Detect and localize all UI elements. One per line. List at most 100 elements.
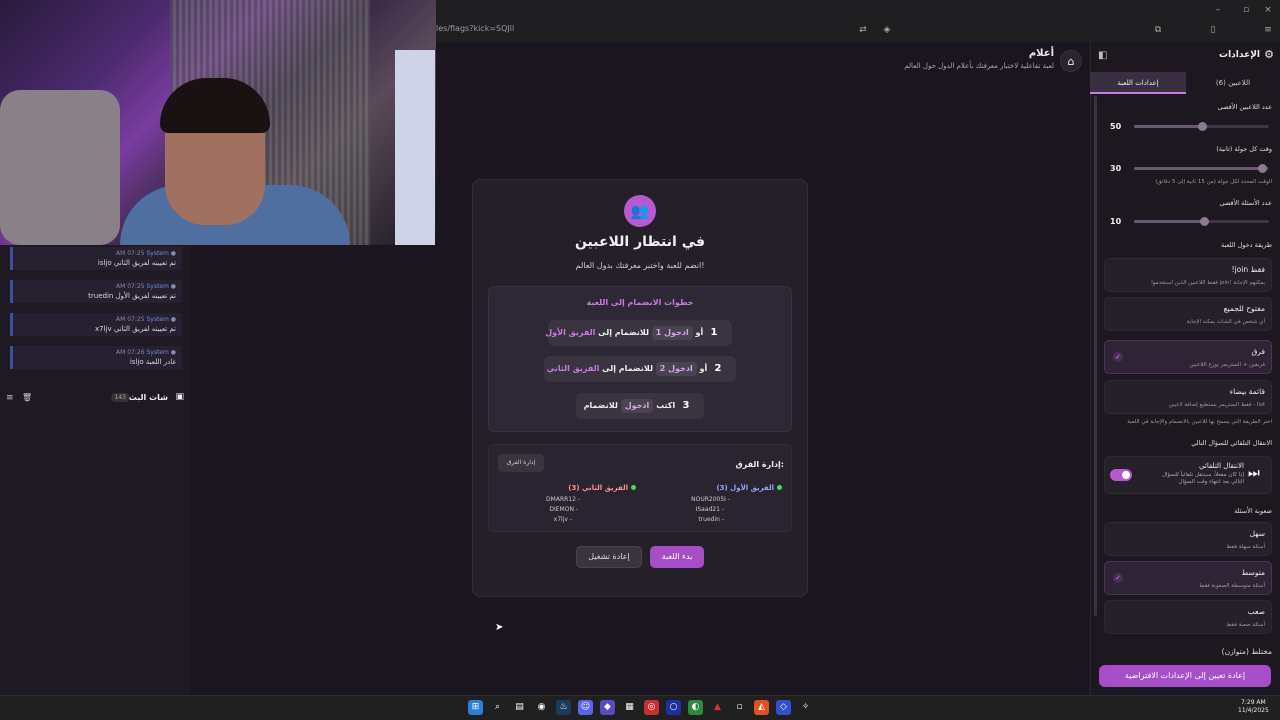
round-time-hint: الوقت المحدد لكل جولة (من 15 ثانية إلى 5… [1155, 179, 1272, 185]
menu-icon[interactable]: ≡ [1262, 24, 1274, 36]
gear-icon: ⚙ [1264, 48, 1274, 61]
tab-game-settings[interactable]: إعدادات اللعبة [1090, 72, 1186, 94]
join-method-option[interactable]: مفتوح للجميع أي شخص في الشات يمكنه الإجاب… [1104, 297, 1272, 331]
team1-member: NOUR2005I - [691, 496, 730, 503]
system-message: AM 07:25 System ● truedin تم تعيينه لفريق… [10, 280, 182, 303]
restart-button[interactable]: إعادة تشغيل [576, 546, 642, 568]
users-icon: 👥 [624, 195, 656, 227]
max-players-slider[interactable] [1134, 122, 1269, 131]
team2-header: الفريق الثاني (3) [568, 484, 636, 492]
round-time-value: 30 [1110, 164, 1122, 173]
join-method-option[interactable]: !join فقط فقط اللاعبين الذين استخدموا joi… [1104, 258, 1272, 292]
team1-member: truedin - [698, 516, 724, 523]
system-icon: ● [170, 250, 176, 257]
max-questions-slider[interactable] [1134, 217, 1269, 226]
acrobat-icon[interactable]: ▲ [710, 700, 725, 715]
max-questions-value: 10 [1110, 217, 1122, 226]
file-explorer-icon[interactable]: ▤ [512, 700, 527, 715]
chat-count-badge: 143 [110, 393, 130, 402]
system-icon: ● [170, 283, 176, 290]
minimize-icon[interactable]: – [1212, 4, 1224, 16]
auto-next-title: الانتقال التلقائي [1199, 462, 1244, 470]
max-questions-label: عدد الأسئلة الأقصى [1219, 199, 1272, 207]
home-icon: ⌂ [1067, 55, 1075, 68]
grid-icon[interactable]: ▦ [622, 700, 637, 715]
round-time-slider[interactable] [1134, 164, 1269, 173]
taskbar-clock[interactable]: 7:29 AM 11/4/2025 [1238, 699, 1269, 715]
auto-next-label: الانتقال التلقائي للسؤال التالي [1191, 439, 1272, 447]
team1-member: ISaad21 - [695, 506, 724, 513]
system-message: AM 07:25 System ● x7ljv تم تعيينه لفريق ا… [10, 313, 182, 336]
page-title: أعلام [1028, 48, 1054, 59]
start-game-button[interactable]: بدء اللعبة [650, 546, 704, 568]
app-icon[interactable]: ✧ [798, 700, 813, 715]
difficulty-label: صعوبة الأسئلة [1234, 507, 1272, 515]
system-icon: ● [170, 349, 176, 356]
manage-teams-button[interactable]: إدارة الفرق [498, 454, 544, 472]
waiting-subheading: انضم للعبة واختبر معرفتك بدول العالم! [575, 261, 705, 270]
join-method-option[interactable]: ✓ فرق فريقين + الستريمر يوزع اللاعبين [1104, 340, 1272, 374]
search-icon[interactable]: ⌕ [490, 700, 505, 715]
start-icon[interactable]: ⊞ [468, 700, 483, 715]
chat-header: ≡ 🗑 143 شات البث ▣ [0, 390, 190, 408]
difficulty-option[interactable]: سهل أسئلة سهلة فقط [1104, 522, 1272, 556]
page-subtitle: لعبة تفاعلية لاختبار معرفتك بأعلام الدول… [904, 62, 1054, 70]
waiting-heading: في انتظار اللاعبين [574, 234, 706, 250]
chat-icon: ▣ [175, 392, 184, 402]
brave-icon[interactable]: ◭ [754, 700, 769, 715]
join-step-3: 3 اكتب ادخول للانضمام [576, 393, 704, 419]
toggle-knob [1122, 471, 1130, 479]
sidebar-icon[interactable]: ▯ [1207, 24, 1219, 36]
close-icon[interactable]: × [1262, 4, 1274, 16]
panel-scrollbar[interactable] [1094, 96, 1097, 616]
check-icon: ✓ [1113, 573, 1123, 583]
tab-players[interactable]: اللاعبين (6) [1186, 72, 1280, 94]
difficulty-option[interactable]: صعب أسئلة صعبة فقط [1104, 600, 1272, 634]
chrome-icon[interactable]: ◐ [688, 700, 703, 715]
app-icon[interactable]: ◆ [600, 700, 615, 715]
join-method-hint: اختر الطريقة التي يسمح بها للاعبين بالان… [1127, 419, 1272, 425]
join-method-label: طريقة دخول اللعبة [1221, 241, 1272, 249]
system-message: AM 07:25 System ● isljo تم تعيينه لفريق ا… [10, 247, 182, 270]
discord-icon[interactable]: ☺ [578, 700, 593, 715]
shield-icon[interactable]: ◈ [881, 24, 893, 36]
chat-title: شات البث [128, 393, 168, 402]
team-management-title: إدارة الفرق: [735, 460, 784, 469]
app-icon[interactable]: ◇ [776, 700, 791, 715]
system-message: AM 07:26 System ● isljo غادر اللعبة [10, 346, 182, 369]
join-method-option[interactable]: قائمة بيضاء فقط الستريمر يستطيع إضافة لاع… [1104, 380, 1272, 414]
settings-title: الإعدادات [1219, 50, 1260, 60]
join-step-1: 1 أو ادخول 1 للانضمام إلى الفريق الأول [545, 320, 732, 346]
fast-forward-icon: ⏭ [1248, 466, 1260, 481]
team1-header: الفريق الأول (3) [716, 484, 782, 492]
translate-icon[interactable]: ⇄ [857, 24, 869, 36]
mouse-cursor-icon: ➤ [495, 622, 504, 633]
collapse-panel-icon[interactable]: ◧ [1098, 50, 1107, 61]
steam-icon[interactable]: ♨ [556, 700, 571, 715]
app-icon[interactable]: ▫ [732, 700, 747, 715]
home-button[interactable]: ⌂ [1060, 50, 1082, 72]
max-players-label: عدد اللاعبين الأقصى [1217, 103, 1272, 111]
check-icon: ✓ [1113, 352, 1123, 362]
round-time-label: وقت كل جولة (ثانية) [1216, 145, 1272, 153]
extensions-icon[interactable]: ⧉ [1152, 24, 1164, 36]
trash-icon[interactable]: 🗑 [22, 393, 32, 402]
reset-defaults-button[interactable]: إعادة تعيين إلى الإعدادات الافتراضية [1099, 665, 1271, 687]
difficulty-option[interactable]: ✓ متوسط أسئلة متوسطة الصعوبة فقط [1104, 561, 1272, 595]
app-icon[interactable]: ○ [666, 700, 681, 715]
difficulty-mixed-option[interactable]: مختلط (متوازن) [1222, 647, 1272, 656]
webcam-overlay [0, 0, 436, 245]
auto-next-description: إذا كان مفعلاً، سينتقل تلقائياً للسؤال ا… [1162, 472, 1244, 486]
chat-settings-icon[interactable]: ≡ [6, 393, 14, 403]
taskbar [0, 695, 1280, 720]
join-step-2: 2 أو ادخول 2 للانضمام إلى الفريق الثاني [544, 356, 736, 382]
join-steps-title: خطوات الانضمام إلى اللعبة [586, 298, 694, 307]
team2-member: DIEMON - [549, 506, 578, 513]
max-players-value: 50 [1110, 122, 1122, 131]
team2-member: DMARR12 - [546, 496, 580, 503]
maximize-icon[interactable]: ▫ [1240, 4, 1252, 16]
app-icon[interactable]: ◎ [644, 700, 659, 715]
obs-icon[interactable]: ◉ [534, 700, 549, 715]
system-icon: ● [170, 316, 176, 323]
address-bar[interactable]: les/flags?kick=SQJll [430, 20, 910, 38]
